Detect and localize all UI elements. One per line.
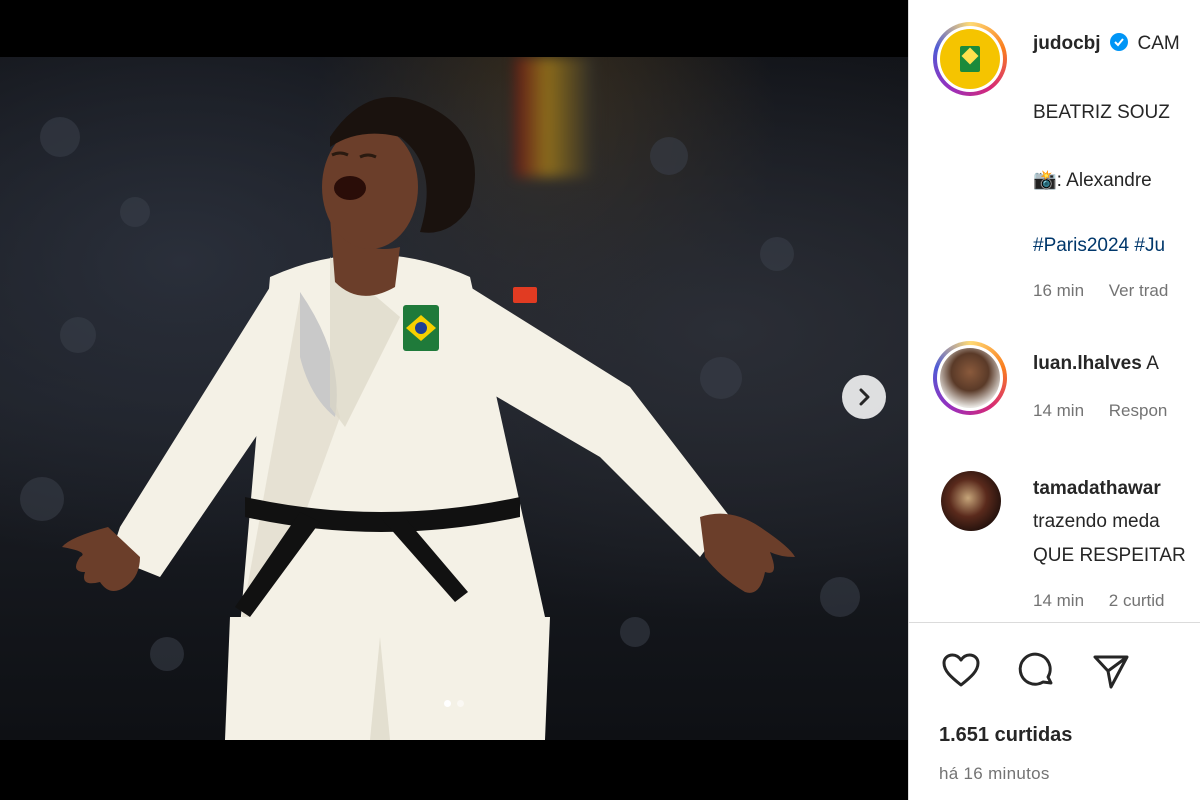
hashtag-link[interactable]: #Ju	[1134, 235, 1165, 256]
cbj-logo-icon	[940, 29, 1000, 89]
next-image-button[interactable]	[842, 375, 886, 419]
comment-text: trazendo meda	[1033, 511, 1160, 532]
comment-time[interactable]: 14 min	[1033, 591, 1084, 610]
author-username[interactable]: judocbj	[1033, 33, 1101, 54]
comment-time[interactable]: 14 min	[1033, 401, 1084, 420]
carousel-indicator	[0, 700, 908, 707]
hashtags: #Paris2024 #Ju	[1033, 235, 1165, 257]
carousel-dot	[457, 700, 464, 707]
see-translation-link[interactable]: Ver trad	[1109, 281, 1169, 300]
post-media	[0, 0, 908, 800]
comment-likes[interactable]: 2 curtid	[1109, 591, 1165, 610]
commenter-avatar[interactable]	[933, 341, 1007, 415]
photo-credit: 📸: Alexandre	[1033, 168, 1152, 192]
comment-username[interactable]: luan.lhalves	[1033, 353, 1142, 374]
caption-line: BEATRIZ SOUZ	[1033, 102, 1170, 123]
comment-text: QUE RESPEITAR	[1033, 545, 1186, 566]
post-timestamp: há 16 minutos	[939, 764, 1050, 783]
chevron-right-icon	[859, 388, 870, 406]
caption-start: CAM	[1137, 33, 1180, 54]
carousel-dot-active	[444, 700, 451, 707]
author-avatar[interactable]	[933, 22, 1007, 96]
heart-icon[interactable]	[939, 649, 983, 693]
camera-emoji-icon: 📸	[1033, 170, 1057, 191]
verified-badge-icon	[1110, 33, 1129, 51]
post-photo[interactable]	[0, 57, 908, 740]
hashtag-link[interactable]: #Paris2024	[1033, 235, 1129, 256]
post-sidebar: judocbj CAM BEATRIZ SOUZ 📸: Alexandre #P…	[908, 0, 1200, 800]
photo-credit-text: : Alexandre	[1056, 170, 1152, 191]
judoka-figure	[62, 97, 795, 740]
reply-button[interactable]: Respon	[1109, 401, 1168, 420]
comment-text: A	[1146, 353, 1159, 374]
share-icon[interactable]	[1089, 649, 1133, 693]
post-time[interactable]: 16 min	[1033, 281, 1084, 300]
comment-username[interactable]: tamadathawar	[1033, 478, 1161, 499]
comment-icon[interactable]	[1015, 649, 1059, 693]
commenter-avatar[interactable]	[941, 471, 1001, 531]
avatar-photo	[940, 348, 1000, 408]
likes-count[interactable]: 1.651 curtidas	[939, 724, 1072, 747]
